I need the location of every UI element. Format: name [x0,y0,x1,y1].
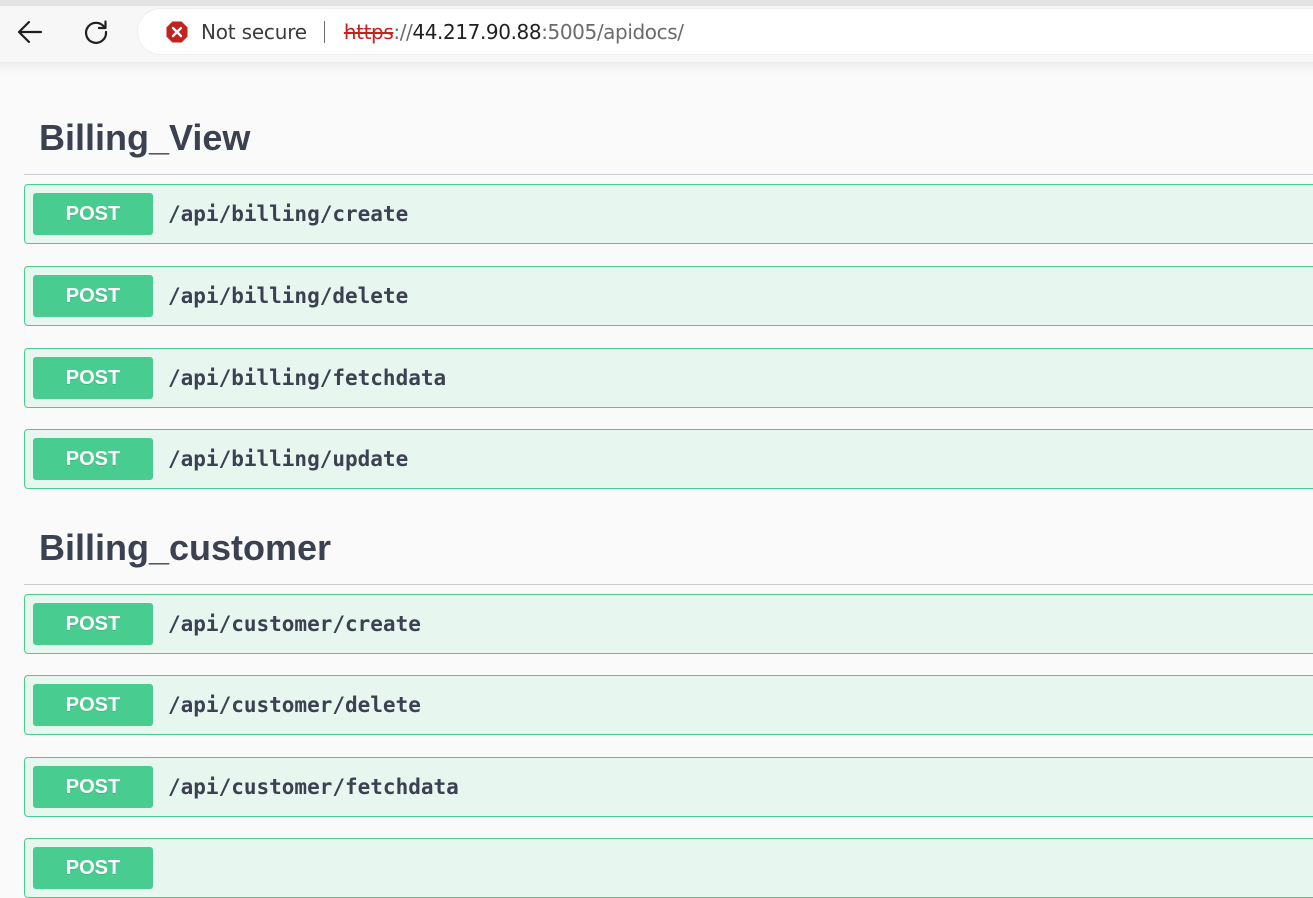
section-heading-billing-view[interactable]: Billing_View [24,109,1313,175]
section-heading-billing-customer[interactable]: Billing_customer [24,519,1313,585]
url-scheme: https [343,19,394,44]
address-bar[interactable]: Not secure https://44.217.90.88:5005/api… [138,9,1313,54]
method-badge: POST [33,847,153,889]
operation-path: /api/billing/fetchdata [168,366,447,390]
swagger-page: Billing_View POST /api/billing/create PO… [0,74,1313,898]
operation-path: /api/customer/fetchdata [168,775,459,799]
operation-customer-fetchdata[interactable]: POST /api/customer/fetchdata [24,757,1313,817]
arrow-left-icon [17,20,43,44]
not-secure-icon[interactable] [166,21,188,43]
operation-billing-fetchdata[interactable]: POST /api/billing/fetchdata [24,348,1313,408]
operation-path: /api/customer/create [168,612,421,636]
url-path: :5005/apidocs/ [541,19,684,44]
method-badge: POST [33,275,153,317]
security-status-label[interactable]: Not secure [201,20,307,44]
operation-path: /api/billing/update [168,447,409,471]
back-button[interactable] [12,14,48,50]
operation-billing-delete[interactable]: POST /api/billing/delete [24,266,1313,326]
method-badge: POST [33,603,153,645]
operation-path: /api/billing/create [168,202,409,226]
omnibox-divider [323,20,325,43]
url-host: 44.217.90.88 [412,19,542,44]
method-badge: POST [33,766,153,808]
operation-customer-create[interactable]: POST /api/customer/create [24,594,1313,654]
operation-customer-delete[interactable]: POST /api/customer/delete [24,675,1313,735]
method-badge: POST [33,193,153,235]
method-badge: POST [33,438,153,480]
toolbar-shadow [0,62,1313,74]
operation-path: /api/billing/delete [168,284,409,308]
method-badge: POST [33,684,153,726]
operation-customer-partial[interactable]: POST [24,838,1313,898]
url-separator: :// [393,19,413,44]
browser-toolbar: Not secure https://44.217.90.88:5005/api… [0,0,1313,62]
reload-icon [84,20,108,44]
url-text[interactable]: https://44.217.90.88:5005/apidocs/ [344,20,684,44]
method-badge: POST [33,357,153,399]
operation-path: /api/customer/delete [168,693,421,717]
reload-button[interactable] [78,14,114,50]
operation-billing-update[interactable]: POST /api/billing/update [24,429,1313,489]
operation-billing-create[interactable]: POST /api/billing/create [24,184,1313,244]
